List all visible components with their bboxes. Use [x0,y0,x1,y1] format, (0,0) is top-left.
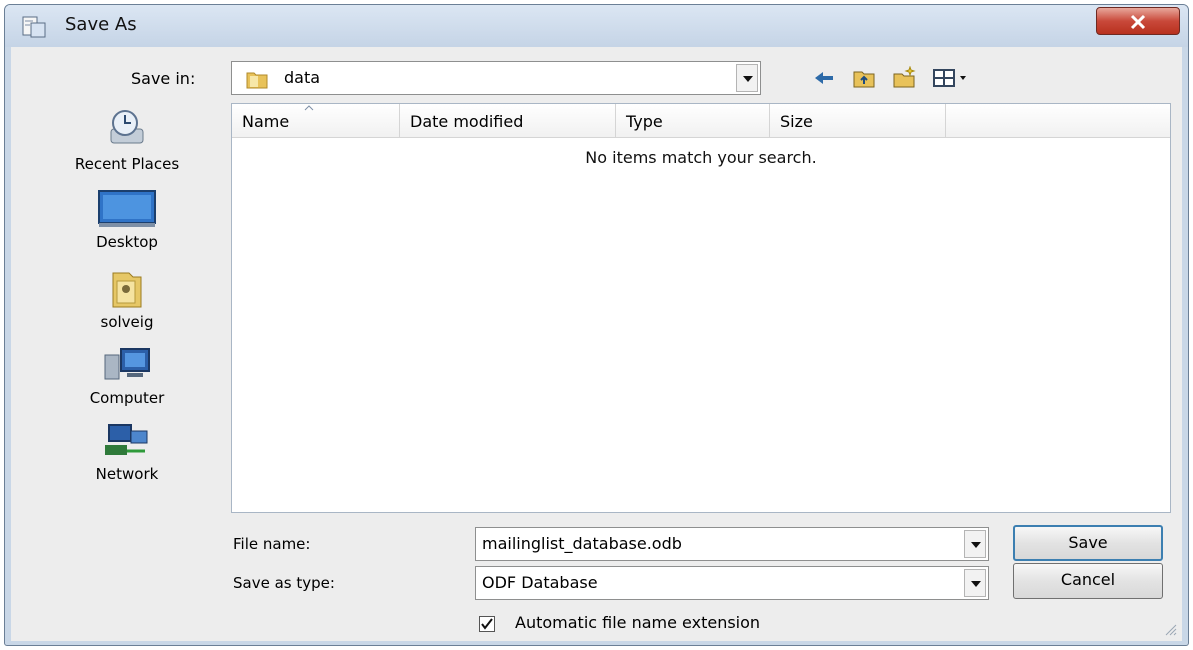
new-folder-button[interactable] [889,63,919,93]
column-header-row: Name Date modified Type Size [232,104,1170,138]
cancel-button[interactable]: Cancel [1013,563,1163,599]
resize-grip-icon[interactable] [1162,621,1178,637]
place-recent-places[interactable]: Recent Places [37,107,217,179]
save-in-dropdown[interactable]: data [231,61,761,95]
user-folder-icon [112,272,142,308]
file-name-value: mailinglist_database.odb [482,534,682,553]
place-desktop[interactable]: Desktop [37,189,217,261]
save-as-type-value: ODF Database [482,573,598,592]
save-in-label: Save in: [131,69,196,88]
computer-icon [104,348,150,380]
folder-icon [246,69,268,89]
back-button[interactable] [809,63,839,93]
dialog-body: Save in: data Recent Places Desktop solv… [11,47,1182,641]
place-computer[interactable]: Computer [37,345,217,417]
close-button[interactable] [1096,7,1180,35]
place-label: solveig [100,313,154,331]
place-label: Computer [89,389,165,407]
file-list[interactable]: Name Date modified Type Size No items ma… [231,103,1171,513]
save-as-type-dropdown[interactable]: ODF Database [475,566,989,600]
save-button[interactable]: Save [1013,525,1163,561]
automatic-extension-label[interactable]: Automatic file name extension [515,613,760,632]
place-network[interactable]: Network [37,421,217,493]
up-folder-icon [853,71,875,88]
column-header-name[interactable]: Name [232,104,400,138]
file-name-input[interactable]: mailinglist_database.odb [475,527,989,561]
save-as-type-dropdown-arrow[interactable] [964,569,986,597]
back-icon [815,72,833,84]
save-as-icon [21,13,47,39]
chevron-down-icon [971,581,981,587]
dialog-title: Save As [65,14,137,35]
sort-arrow-icon [304,105,314,111]
places-bar: Recent Places Desktop solveig Computer N… [37,107,217,577]
place-label: Network [95,465,159,483]
empty-list-message: No items match your search. [585,148,817,167]
views-icon [933,69,966,87]
save-as-type-label: Save as type: [233,574,335,592]
save-as-dialog: Save As Save in: data Recent Places Desk… [4,4,1189,646]
column-header-label: Date modified [410,112,524,131]
network-icon [105,424,148,455]
column-header-date-modified[interactable]: Date modified [400,104,616,138]
file-name-dropdown-arrow[interactable] [964,530,986,558]
column-header-type[interactable]: Type [616,104,770,138]
place-solveig[interactable]: solveig [37,269,217,341]
save-in-value: data [284,68,321,87]
column-header-label: Name [242,112,290,131]
file-name-label: File name: [233,535,311,553]
checkmark-icon [481,618,493,630]
views-button[interactable] [929,63,979,93]
title-bar[interactable]: Save As [5,5,1188,47]
chevron-down-icon [743,76,753,82]
column-header-size[interactable]: Size [770,104,946,138]
close-icon [1130,14,1146,30]
new-folder-icon [893,66,916,88]
save-in-dropdown-arrow[interactable] [736,64,758,92]
desktop-icon [98,190,156,227]
column-header-label: Type [626,112,663,131]
place-label: Recent Places [74,155,180,173]
chevron-down-icon [971,542,981,548]
automatic-extension-checkbox[interactable] [479,616,495,632]
place-label: Desktop [96,233,158,251]
recent-places-icon [110,110,144,144]
column-header-label: Size [780,112,813,131]
up-folder-button[interactable] [849,63,879,93]
